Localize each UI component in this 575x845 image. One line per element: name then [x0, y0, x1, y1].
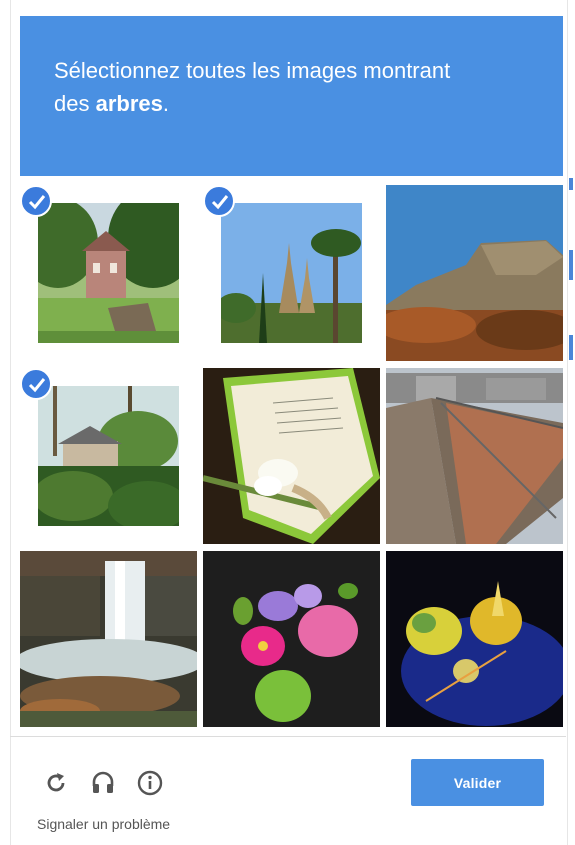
tile-1[interactable] [20, 185, 197, 361]
footer-divider [10, 736, 566, 737]
tile-5[interactable] [203, 368, 380, 544]
tile-1-image [38, 203, 179, 343]
headphones-icon[interactable] [89, 769, 117, 797]
instruction-line-2: des arbres. [54, 87, 563, 120]
submit-button[interactable]: Valider [411, 759, 544, 806]
instruction-line-1: Sélectionnez toutes les images montrant [54, 58, 451, 83]
tile-7[interactable] [20, 551, 197, 727]
tile-8[interactable] [203, 551, 380, 727]
instruction-suffix: . [162, 91, 169, 116]
tile-9-image [386, 551, 563, 727]
tile-2-image [221, 203, 362, 343]
tile-5-image [203, 368, 380, 544]
tile-4[interactable] [20, 368, 197, 544]
tile-6[interactable] [386, 368, 563, 544]
instruction-middle: des [54, 91, 96, 116]
tile-2-check-icon [203, 185, 235, 217]
tile-9[interactable] [386, 551, 563, 727]
reload-icon[interactable] [42, 769, 70, 797]
tile-7-image [20, 551, 197, 727]
tile-2[interactable] [203, 185, 380, 361]
tile-3-image [386, 185, 563, 361]
challenge-header: Sélectionnez toutes les images montrant … [20, 16, 563, 176]
report-problem-link[interactable]: Signaler un problème [37, 816, 170, 832]
tile-8-image [203, 551, 380, 727]
info-icon[interactable] [136, 769, 164, 797]
page-edge [569, 0, 575, 845]
instruction-keyword: arbres [95, 91, 163, 116]
tile-6-image [386, 368, 563, 544]
tile-4-image [38, 386, 179, 526]
tile-3[interactable] [386, 185, 563, 361]
tile-4-check-icon [20, 368, 52, 400]
image-grid [20, 185, 565, 727]
tile-1-check-icon [20, 185, 52, 217]
